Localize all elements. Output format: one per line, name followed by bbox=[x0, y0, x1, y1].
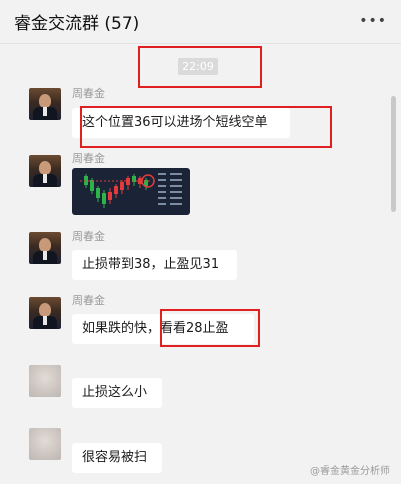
candlestick-chart-thumbnail[interactable] bbox=[72, 168, 190, 215]
avatar[interactable] bbox=[29, 365, 61, 397]
sender-name: 周春金 bbox=[72, 230, 105, 243]
more-horizontal-icon[interactable]: ••• bbox=[359, 13, 387, 29]
avatar[interactable] bbox=[29, 297, 61, 329]
message-bubble[interactable]: 这个位置36可以进场个短线空单 bbox=[72, 108, 290, 138]
avatar[interactable] bbox=[29, 88, 61, 120]
chat-header: 睿金交流群 (57) ••• bbox=[0, 0, 401, 44]
avatar[interactable] bbox=[29, 232, 61, 264]
watermark: @睿金黄金分析师 bbox=[310, 466, 390, 477]
message-bubble[interactable]: 止损带到38，止盈见31 bbox=[72, 250, 237, 280]
scrollbar[interactable] bbox=[391, 96, 396, 212]
sender-name: 周春金 bbox=[72, 152, 105, 165]
message-bubble[interactable]: 如果跌的快，看看28止盈 bbox=[72, 314, 254, 344]
message-bubble[interactable]: 止损这么小 bbox=[72, 378, 162, 408]
avatar[interactable] bbox=[29, 155, 61, 187]
sender-name: 周春金 bbox=[72, 87, 105, 100]
group-title: 睿金交流群 (57) bbox=[14, 14, 140, 34]
avatar[interactable] bbox=[29, 428, 61, 460]
timestamp-pill: 22:09 bbox=[178, 58, 218, 75]
message-bubble[interactable]: 很容易被扫 bbox=[72, 443, 162, 473]
sender-name: 周春金 bbox=[72, 294, 105, 307]
